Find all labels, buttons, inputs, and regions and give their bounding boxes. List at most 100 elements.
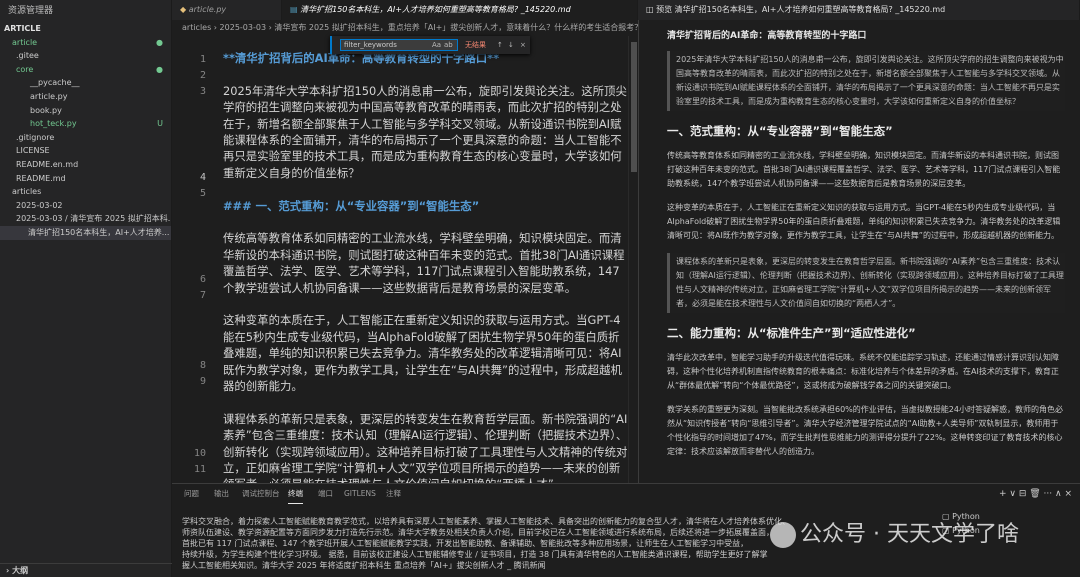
preview-paragraph: 这种变革的本质在于，人工智能正在重新定义知识的获取与运用方式。当GPT-4能在5…	[667, 203, 1061, 240]
line-number: 11	[193, 464, 206, 475]
watermark: 公众号 · 天天文学了啥	[770, 515, 1070, 555]
preview-icon: ◫	[646, 5, 654, 14]
line-number: 7	[199, 290, 206, 301]
arrow-up-icon[interactable]: ↑	[497, 39, 503, 51]
tab-markdown-source[interactable]: ▤ 清华扩招150名本科生，AI+人才培养如何重塑高等教育格局? _145220…	[282, 0, 638, 20]
file-tree-item[interactable]: __pycache__	[0, 76, 171, 90]
panel-tab[interactable]: 注释	[386, 484, 401, 504]
preview-heading: 二、能力重构：从“标准件生产”到“适应性进化”	[667, 326, 916, 340]
file-tree-label: 2025-03-02	[16, 200, 63, 210]
arrow-down-icon[interactable]: ↓	[508, 39, 514, 51]
file-tree-item[interactable]: .gitignore	[0, 131, 171, 145]
line-number: 10	[193, 448, 206, 459]
file-tree-label: 2025-03-03 / 清华宣布 2025 拟扩招本科...	[16, 214, 171, 224]
git-status-badge: ●	[156, 64, 163, 74]
file-tree-item[interactable]: book.py	[0, 104, 171, 118]
file-tree-item[interactable]: ARTICLE	[0, 22, 171, 36]
python-icon: ◆	[180, 5, 187, 14]
markdown-source[interactable]: **清华扩招背后的AI革命：高等教育转型的十字路口** 2025年清华大学本科扩招…	[223, 50, 628, 483]
file-tree-label: article.py	[30, 91, 68, 101]
file-tree-label: __pycache__	[30, 78, 80, 88]
markdown-paragraph[interactable]: 课程体系的革新只是表象，更深层的转变发生在教育哲学层面。新书院强调的“AI素养”…	[223, 411, 628, 483]
explorer-sidebar: 资源管理器 ARTICLE article ● .gitee core ● __pycach…	[0, 0, 172, 577]
panel-tab[interactable]: 问题	[184, 484, 199, 504]
panel-tab[interactable]: GITLENS	[344, 484, 376, 504]
git-status-badge: U	[157, 119, 163, 129]
file-tree-item[interactable]: 2025-03-02	[0, 199, 171, 213]
markdown-icon: ▤	[290, 5, 298, 14]
panel-actions[interactable]: + ∨ ⊟ 🗑 ··· ∧ ×	[999, 484, 1072, 504]
line-number: 4	[199, 172, 206, 183]
breadcrumb[interactable]: articles › 2025-03-03 › 清华宣布 2025 拟扩招本科生…	[172, 20, 638, 36]
file-tree-label: LICENSE	[16, 146, 50, 156]
file-tree-label: README.md	[16, 173, 66, 183]
match-case-toggle[interactable]: Aa	[432, 39, 441, 51]
preview-paragraph: 清华此次改革中，智能学习助手的升级迭代值得玩味。系统不仅能追踪学习轨迹，还能通过…	[667, 353, 1059, 390]
file-tree: ARTICLE article ● .gitee core ● __pycache__ art…	[0, 22, 171, 240]
file-tree-item[interactable]: article ●	[0, 36, 171, 50]
explorer-title: 资源管理器	[8, 6, 54, 16]
file-tree-label: .gitee	[16, 51, 39, 61]
panel-tab[interactable]: 端口	[318, 484, 333, 504]
file-tree-label: core	[16, 64, 34, 74]
line-number: 1	[199, 54, 206, 65]
preview-paragraph: 传统高等教育体系如同精密的工业流水线，学科壁垒明确，知识模块固定。而清华新设的本…	[667, 151, 1061, 188]
vscode-window: 资源管理器 ARTICLE article ● .gitee core ● __pycach…	[0, 0, 1080, 577]
tab-article-py[interactable]: ◆ article.py	[172, 0, 282, 20]
tab-label: article.py	[188, 5, 227, 14]
file-tree-item[interactable]: core ●	[0, 63, 171, 77]
line-number: 8	[199, 360, 206, 371]
panel-tab[interactable]: 终端	[288, 484, 303, 504]
file-tree-item[interactable]: 清华扩招150名本科生，AI+人才培养...	[0, 225, 171, 240]
file-tree-item[interactable]: 2025-03-03 / 清华宣布 2025 拟扩招本科...	[0, 212, 171, 226]
markdown-preview[interactable]: 清华扩招背后的AI革命：高等教育转型的十字路口 2025年清华大学本科扩招150…	[638, 20, 1080, 483]
markdown-heading-line[interactable]: ### 一、范式重构：从“专业容器”到“智能生态”	[223, 198, 628, 214]
preview-blockquote: 2025年清华大学本科扩招150人的消息甫一公布，旋即引发舆论关注。这所顶尖学府…	[667, 51, 1065, 111]
code-editor[interactable]: 1 2 3 4 5 6 7 8 9 10 11 **清华扩招背后的AI革命：高等教育转型的十字路口*…	[172, 36, 638, 483]
file-tree-label: 清华扩招150名本科生，AI+人才培养...	[28, 227, 170, 237]
file-tree-label: README.en.md	[16, 159, 79, 169]
editor-tabs: ◆ article.py ▤ 清华扩招150名本科生，AI+人才培养如何重塑高等…	[172, 0, 1080, 20]
file-tree-label: book.py	[30, 105, 62, 115]
file-tree-label: ARTICLE	[4, 24, 41, 33]
file-tree-item[interactable]: .gitee	[0, 49, 171, 63]
preview-heading: 一、范式重构：从“专业容器”到“智能生态”	[667, 124, 893, 138]
markdown-paragraph[interactable]: 这种变革的本质在于，人工智能正在重新定义知识的获取与运用方式。当GPT-4能在5…	[223, 312, 628, 394]
watermark-text: 公众号 · 天天文学了啥	[800, 522, 1019, 547]
file-tree-item[interactable]: README.en.md	[0, 158, 171, 172]
preview-paragraph: 教学关系的重塑更为深刻。当智能批改系统承担60%的作业评估，当虚拟教授能24小时…	[667, 405, 1063, 456]
whole-word-toggle[interactable]: ab	[444, 39, 453, 51]
markdown-paragraph[interactable]: 2025年清华大学本科扩招150人的消息甫一公布，旋即引发舆论关注。这所顶尖学府…	[223, 83, 628, 181]
file-tree-label: article	[12, 37, 38, 47]
file-tree-item[interactable]: article.py	[0, 90, 171, 104]
line-number: 6	[199, 274, 206, 285]
file-tree-item[interactable]: articles	[0, 185, 171, 199]
file-tree-item[interactable]: hot_teck.py U	[0, 117, 171, 131]
tab-label: 预览 清华扩招150名本科生，AI+人才培养如何重塑高等教育格局? _14522…	[656, 5, 946, 14]
tab-label: 清华扩招150名本科生，AI+人才培养如何重塑高等教育格局? _145220.m…	[300, 5, 571, 14]
scrollbar-thumb[interactable]	[631, 42, 637, 172]
file-tree-label: hot_teck.py	[30, 119, 77, 129]
find-widget: filter_keywords Aa ab .* 无结果 ↑ ↓ ×	[330, 36, 530, 54]
git-status-badge: ●	[156, 37, 163, 47]
chevron-right-icon: ›	[6, 566, 10, 575]
panel-tab[interactable]: 输出	[214, 484, 229, 504]
editor-scrollbar[interactable]	[628, 36, 638, 483]
find-result-count: 无结果	[465, 41, 486, 49]
outline-label: 大纲	[12, 566, 29, 575]
line-number: 9	[199, 376, 206, 387]
panel-tab[interactable]: 调试控制台	[242, 484, 280, 504]
file-tree-item[interactable]: README.md	[0, 172, 171, 186]
panel-tabs: 问题 输出 调试控制台 终端 端口 GITLENS 注释	[172, 484, 1080, 504]
preview-blockquote: 课程体系的革新只是表象，更深层的转变发生在教育哲学层面。新书院强调的“AI素养”…	[667, 253, 1065, 313]
outline-section[interactable]: › 大纲	[0, 563, 172, 577]
preview-title: 清华扩招背后的AI革命：高等教育转型的十字路口	[667, 31, 867, 41]
tab-markdown-preview[interactable]: ◫ 预览 清华扩招150名本科生，AI+人才培养如何重塑高等教育格局? _145…	[638, 0, 1080, 20]
file-tree-label: .gitignore	[16, 132, 55, 142]
markdown-paragraph[interactable]: 传统高等教育体系如同精密的工业流水线，学科壁垒明确，知识模块固定。而清华新设的本…	[223, 230, 628, 296]
terminal-line: 握人工智能相关知识。清华大学 2025 年将适度扩招本科生 重点培养「AI+」拔…	[182, 561, 546, 570]
close-icon[interactable]: ×	[520, 39, 526, 51]
file-tree-item[interactable]: LICENSE	[0, 144, 171, 158]
wechat-icon	[770, 522, 796, 548]
line-number: 5	[199, 188, 206, 199]
